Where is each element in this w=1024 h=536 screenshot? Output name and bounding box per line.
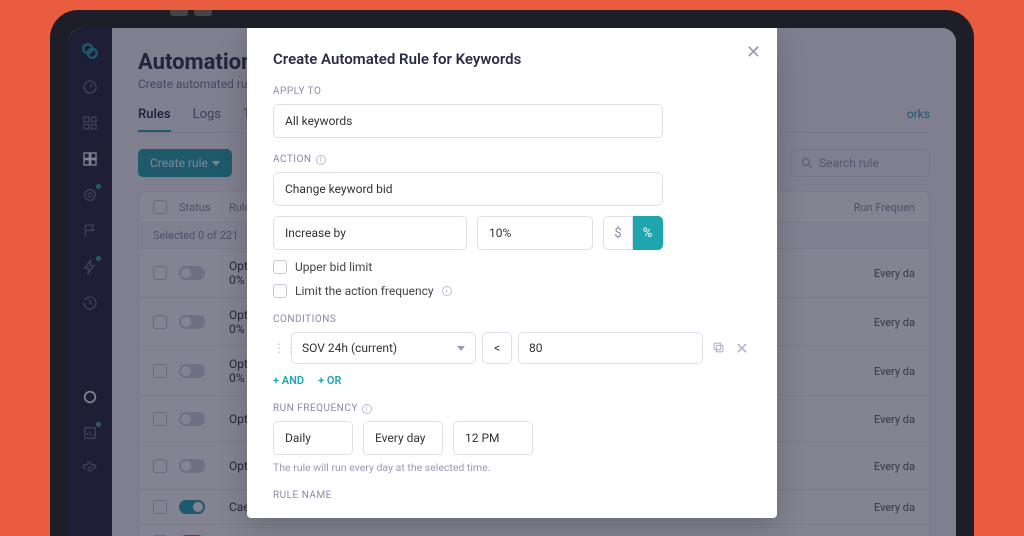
- apply-value: All keywords: [285, 114, 352, 128]
- upper-limit-label: Upper bid limit: [295, 260, 372, 274]
- rule-name-label: RULE NAME: [273, 490, 751, 501]
- conditions-label: CONDITIONS: [273, 314, 751, 325]
- tablet-notch: [170, 10, 188, 16]
- action-amount: 10%: [489, 226, 511, 240]
- condition-row: ⋮⋮ SOV 24h (current) < 80 ✕: [273, 332, 751, 364]
- tablet-notch: [194, 10, 212, 16]
- drag-handle-icon[interactable]: ⋮⋮: [273, 341, 285, 355]
- limit-frequency-checkbox-row[interactable]: Limit the action frequency i: [273, 284, 751, 298]
- add-or-button[interactable]: + OR: [318, 374, 341, 387]
- limit-frequency-checkbox[interactable]: [273, 284, 287, 298]
- modal-title: Create Automated Rule for Keywords: [273, 50, 751, 68]
- chevron-down-icon: [457, 346, 465, 351]
- upper-limit-checkbox-row[interactable]: Upper bid limit: [273, 260, 751, 274]
- run-frequency-section: RUN FREQUENCY i Daily Every day 12 PM Th…: [273, 403, 751, 474]
- apply-label: APPLY TO: [273, 86, 751, 97]
- action-label: ACTION i: [273, 154, 751, 165]
- create-rule-modal: ✕ Create Automated Rule for Keywords APP…: [247, 28, 777, 518]
- run-time-select[interactable]: 12 PM: [453, 421, 533, 455]
- unit-toggle: $ %: [603, 216, 663, 250]
- limit-frequency-label: Limit the action frequency: [295, 284, 434, 298]
- remove-condition-icon[interactable]: ✕: [733, 339, 751, 358]
- run-day-select[interactable]: Every day: [363, 421, 443, 455]
- close-icon[interactable]: ✕: [746, 42, 761, 63]
- unit-dollar-button[interactable]: $: [603, 216, 633, 250]
- condition-metric: SOV 24h (current): [302, 341, 397, 355]
- tablet-frame: Automation Create automated rules to ma……: [50, 10, 974, 536]
- upper-limit-checkbox[interactable]: [273, 260, 287, 274]
- conditions-section: CONDITIONS ⋮⋮ SOV 24h (current) < 80 ✕ +: [273, 314, 751, 387]
- rule-name-section: RULE NAME: [273, 490, 751, 501]
- logic-buttons: + AND + OR: [273, 374, 751, 387]
- add-and-button[interactable]: + AND: [273, 374, 304, 387]
- condition-metric-select[interactable]: SOV 24h (current): [291, 332, 476, 364]
- action-amount-input[interactable]: 10%: [477, 216, 593, 250]
- action-section: ACTION i Change keyword bid Increase by …: [273, 154, 751, 298]
- apply-to-select[interactable]: All keywords: [273, 104, 663, 138]
- action-mode-select[interactable]: Increase by: [273, 216, 467, 250]
- action-value: Change keyword bid: [285, 182, 393, 196]
- run-frequency-label: RUN FREQUENCY i: [273, 403, 751, 414]
- action-select[interactable]: Change keyword bid: [273, 172, 663, 206]
- app-screen: Automation Create automated rules to ma……: [68, 28, 956, 536]
- unit-percent-button[interactable]: %: [633, 216, 663, 250]
- info-icon[interactable]: i: [442, 286, 452, 296]
- info-icon[interactable]: i: [316, 155, 326, 165]
- run-frequency-select[interactable]: Daily: [273, 421, 353, 455]
- copy-condition-icon[interactable]: [709, 339, 727, 358]
- info-icon[interactable]: i: [362, 404, 372, 414]
- run-frequency-hint: The rule will run every day at the selec…: [273, 461, 751, 474]
- apply-section: APPLY TO All keywords: [273, 86, 751, 138]
- condition-operator-select[interactable]: <: [482, 332, 512, 364]
- condition-value-input[interactable]: 80: [518, 332, 703, 364]
- action-mode: Increase by: [285, 226, 346, 240]
